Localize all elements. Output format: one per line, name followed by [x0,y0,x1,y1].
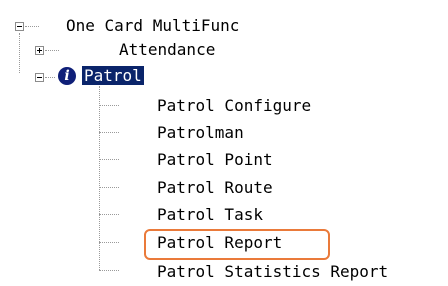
patrol-selected-label: Patrol [82,66,144,85]
tree-node-patrol-statistics-report[interactable]: Patrol Statistics Report [157,262,388,282]
child-connector [99,105,119,106]
highlight-box [144,229,330,260]
child-connector [99,159,119,160]
tree-node-attendance[interactable]: Attendance [119,40,215,60]
attendance-connector [45,50,59,51]
tree-node-patrol-task[interactable]: Patrol Task [157,205,263,225]
minus-icon [17,26,22,27]
child-connector [99,214,119,215]
tree-node-patrol[interactable]: Patrol [82,66,144,86]
child-connector [99,132,119,133]
patrol-connector [45,77,55,78]
tree-node-patrol-point[interactable]: Patrol Point [157,150,273,170]
minus-icon [37,77,42,78]
root-collapse-toggle[interactable] [15,22,24,31]
child-connector [99,242,119,243]
attendance-expand-toggle[interactable] [35,46,44,55]
patrol-collapse-toggle[interactable] [35,73,44,82]
plus-icon-vertical [39,48,40,53]
tree-node-patrol-configure[interactable]: Patrol Configure [157,96,311,116]
root-children-guide [19,33,20,73]
tree-node-patrol-route[interactable]: Patrol Route [157,178,273,198]
child-connector [99,187,119,188]
info-icon: i [58,67,76,85]
tree-node-one-card-multifunc[interactable]: One Card MultiFunc [66,16,239,36]
child-connector [99,270,119,271]
tree-node-patrolman[interactable]: Patrolman [157,123,244,143]
root-connector [25,26,39,27]
